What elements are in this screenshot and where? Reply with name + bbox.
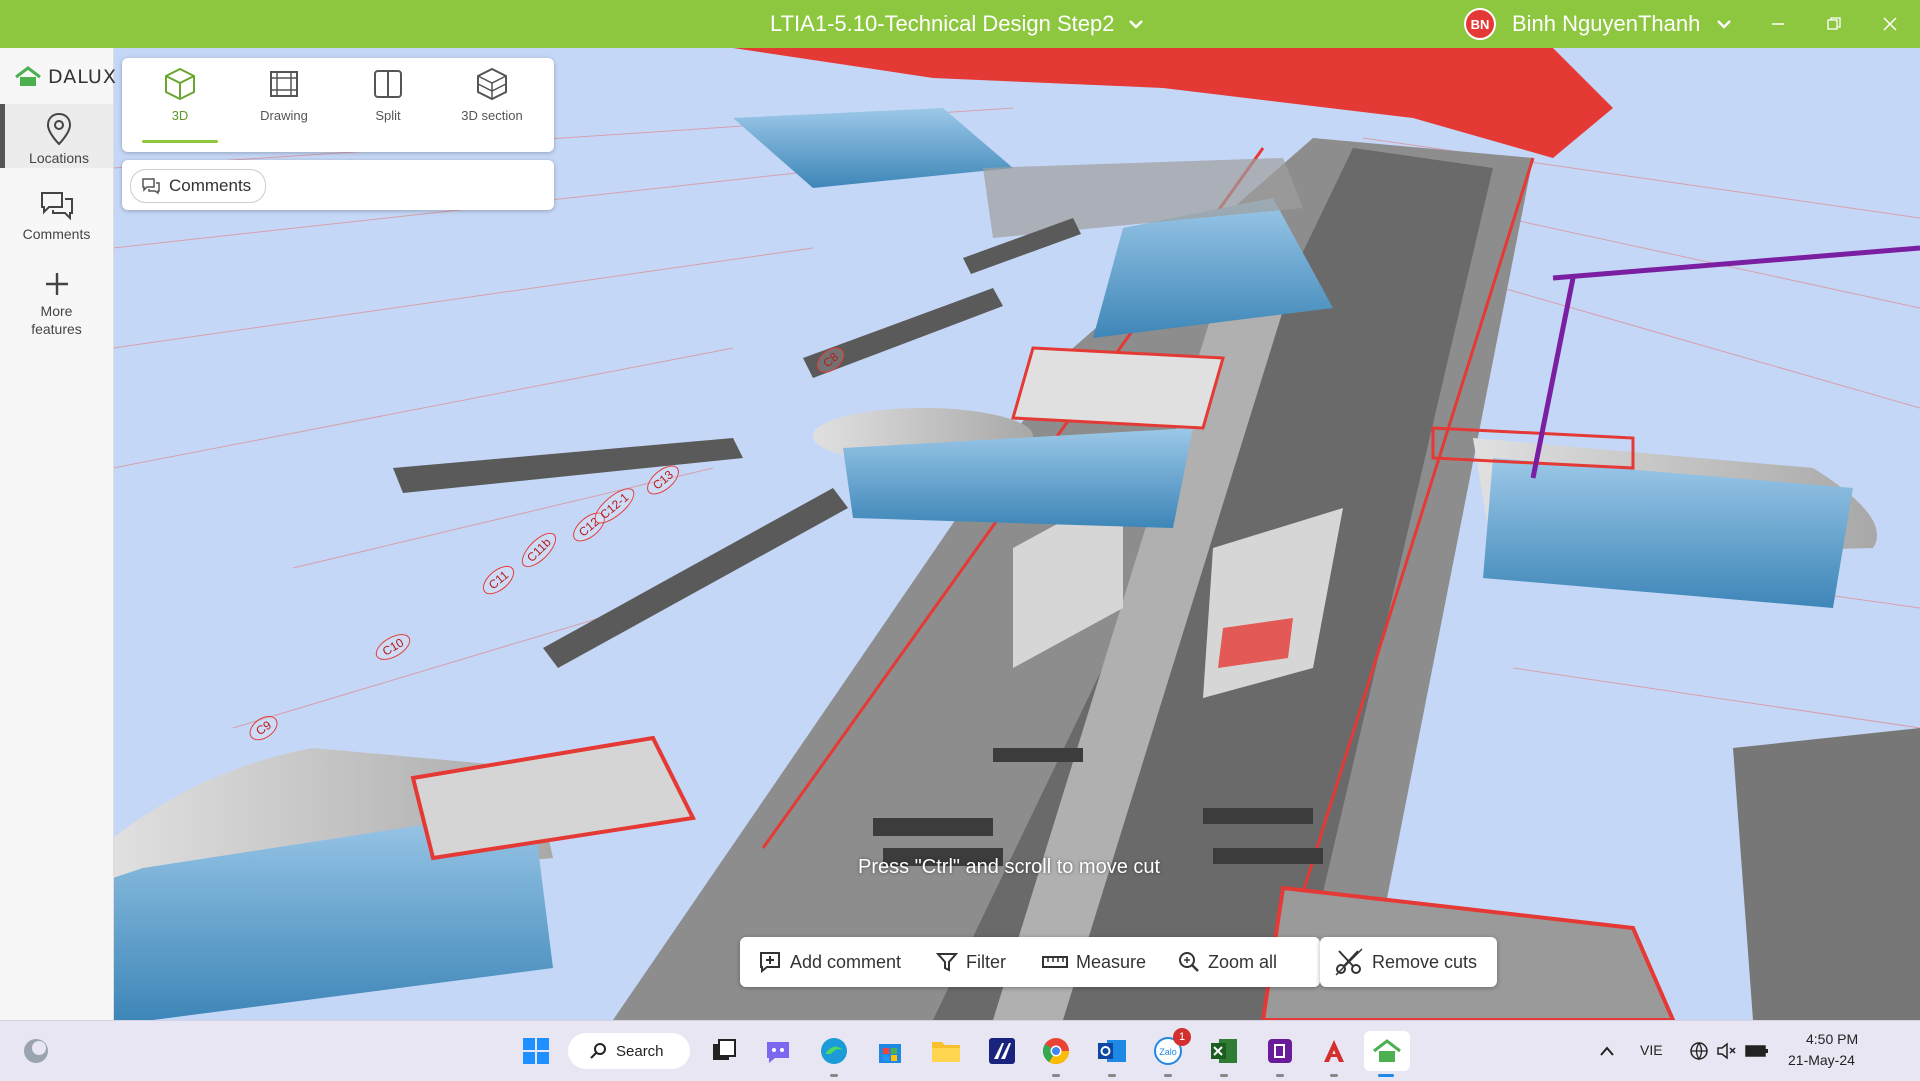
widgets-icon[interactable] bbox=[16, 1031, 56, 1071]
section-cube-icon bbox=[477, 67, 507, 101]
filter-bar: Comments bbox=[122, 160, 554, 210]
dalux-logo[interactable]: DALUX bbox=[14, 62, 117, 92]
chrome-icon[interactable] bbox=[1036, 1031, 1076, 1077]
clock-time[interactable]: 4:50 PM bbox=[1806, 1031, 1858, 1047]
project-title[interactable]: LTIA1-5.10-Technical Design Step2 bbox=[770, 0, 1114, 48]
button-label: Zoom all bbox=[1208, 951, 1278, 972]
edge-browser-icon[interactable] bbox=[814, 1031, 854, 1077]
outlook-icon[interactable] bbox=[1092, 1031, 1132, 1077]
button-label: Remove cuts bbox=[1372, 951, 1478, 972]
file-explorer-icon[interactable] bbox=[926, 1031, 966, 1071]
tab-label: 3D section bbox=[461, 108, 523, 123]
scissors-cut-icon bbox=[1335, 948, 1363, 976]
comments-icon bbox=[40, 192, 73, 221]
tab-label: Drawing bbox=[260, 108, 308, 123]
chevron-down-icon[interactable] bbox=[1126, 14, 1146, 34]
title-bar: LTIA1-5.10-Technical Design Step2 BN Bin… bbox=[0, 0, 1920, 48]
windows-taskbar: Search Zalo 1 VIE 4:50 PM 21-May-24 bbox=[0, 1020, 1920, 1081]
running-indicator bbox=[1330, 1074, 1338, 1077]
zoom-all-button[interactable]: Zoom all bbox=[1178, 937, 1277, 987]
add-comment-icon bbox=[760, 952, 780, 974]
comments-icon bbox=[142, 178, 160, 195]
active-app-indicator bbox=[1378, 1074, 1394, 1077]
drawing-icon bbox=[270, 71, 298, 97]
location-pin-icon bbox=[46, 112, 72, 146]
input-language[interactable]: VIE bbox=[1640, 1042, 1663, 1058]
sidebar-item-more-features[interactable]: More features bbox=[0, 270, 113, 338]
filter-icon bbox=[936, 953, 958, 972]
sidebar-item-comments[interactable]: Comments bbox=[0, 190, 113, 242]
view-mode-toolbar: 3D Drawing Split 3D section bbox=[122, 58, 554, 152]
chevron-down-icon[interactable] bbox=[1714, 14, 1734, 34]
button-label: Measure bbox=[1076, 951, 1147, 972]
search-icon bbox=[590, 1043, 606, 1059]
gate-roof-structure bbox=[1011, 346, 1225, 430]
task-view-icon[interactable] bbox=[704, 1031, 744, 1071]
sidebar-item-label: features bbox=[31, 321, 82, 337]
svg-text:Zalo: Zalo bbox=[1159, 1047, 1177, 1057]
close-button[interactable] bbox=[1876, 10, 1904, 38]
tab-label: Split bbox=[375, 108, 401, 123]
remove-cuts-button[interactable]: Remove cuts bbox=[1320, 937, 1497, 987]
minimize-button[interactable] bbox=[1764, 10, 1792, 38]
building-right-edge bbox=[1733, 728, 1920, 1020]
windows-start-icon[interactable] bbox=[516, 1031, 556, 1071]
sidebar-item-label: Comments bbox=[22, 226, 91, 242]
excel-icon[interactable] bbox=[1204, 1031, 1244, 1077]
restore-icon bbox=[1827, 17, 1841, 30]
logo-text: DALUX bbox=[48, 66, 117, 88]
app-icon[interactable] bbox=[982, 1031, 1022, 1071]
left-sidebar: DALUX Locations Comments More features bbox=[0, 48, 117, 1020]
battery-icon[interactable] bbox=[1742, 1031, 1772, 1071]
chip-label: Comments bbox=[169, 176, 252, 195]
zalo-icon[interactable]: Zalo 1 bbox=[1148, 1028, 1191, 1077]
house-logo-icon bbox=[15, 66, 41, 86]
globe-icon[interactable] bbox=[1684, 1031, 1714, 1071]
running-indicator bbox=[1276, 1074, 1284, 1077]
active-tab-indicator bbox=[142, 140, 218, 143]
restore-button[interactable] bbox=[1820, 10, 1848, 38]
tab-drawing[interactable]: Drawing bbox=[234, 66, 334, 123]
tab-split[interactable]: Split bbox=[338, 66, 438, 123]
sidebar-item-locations[interactable]: Locations bbox=[0, 104, 113, 168]
taskbar-search-button[interactable]: Search bbox=[568, 1033, 690, 1069]
microsoft-store-icon[interactable] bbox=[870, 1031, 910, 1071]
plus-icon bbox=[45, 273, 68, 295]
close-icon bbox=[1883, 17, 1897, 31]
add-comment-button[interactable]: Add comment bbox=[758, 937, 901, 987]
volume-muted-icon[interactable] bbox=[1712, 1031, 1742, 1071]
chevron-up-icon[interactable] bbox=[1592, 1031, 1622, 1071]
split-icon bbox=[374, 70, 402, 98]
clock-date[interactable]: 21-May-24 bbox=[1788, 1052, 1855, 1068]
zoom-icon bbox=[1179, 952, 1199, 972]
button-label: Add comment bbox=[790, 951, 902, 972]
notification-badge: 1 bbox=[1173, 1028, 1191, 1046]
ruler-icon bbox=[1042, 956, 1068, 968]
tab-3d[interactable]: 3D bbox=[130, 66, 230, 123]
dalux-taskbar-icon[interactable] bbox=[1364, 1031, 1410, 1077]
tab-label: 3D bbox=[171, 108, 189, 123]
acrobat-icon[interactable] bbox=[1314, 1031, 1354, 1077]
search-label: Search bbox=[616, 1042, 664, 1060]
filter-button[interactable]: Filter bbox=[936, 937, 1006, 987]
button-label: Filter bbox=[966, 951, 1006, 972]
teams-chat-icon[interactable] bbox=[758, 1031, 798, 1071]
pdf-app-icon[interactable] bbox=[1260, 1031, 1300, 1077]
sidebar-item-label: More bbox=[40, 303, 73, 319]
tab-3d-section[interactable]: 3D section bbox=[442, 66, 542, 123]
minimize-icon bbox=[1772, 23, 1784, 25]
user-name[interactable]: Binh NguyenThanh bbox=[1512, 0, 1700, 48]
running-indicator bbox=[1164, 1074, 1172, 1077]
cube-icon bbox=[165, 67, 195, 101]
sidebar-item-label: Locations bbox=[29, 150, 89, 166]
running-indicator bbox=[1108, 1074, 1116, 1077]
measure-button[interactable]: Measure bbox=[1042, 937, 1146, 987]
running-indicator bbox=[1052, 1074, 1060, 1077]
running-indicator bbox=[830, 1074, 838, 1077]
comments-filter-chip[interactable]: Comments bbox=[130, 169, 267, 203]
running-indicator bbox=[1220, 1074, 1228, 1077]
avatar[interactable]: BN bbox=[1464, 8, 1496, 40]
viewport-hint: Press "Ctrl" and scroll to move cut bbox=[858, 856, 1161, 878]
bottom-action-bar: Add comment Filter Measure Zoom all bbox=[740, 937, 1320, 987]
